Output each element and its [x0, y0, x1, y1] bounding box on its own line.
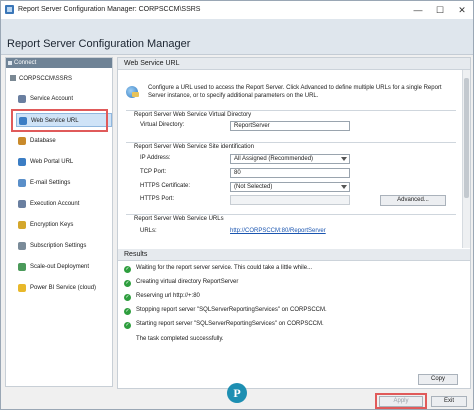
success-check-icon: ✓ [124, 266, 131, 273]
sidebar-item-email-settings[interactable]: E-mail Settings [16, 176, 112, 190]
connect-icon [8, 61, 12, 65]
sidebar: Connect CORPSCCM\SSRS Service Account We… [5, 57, 113, 387]
execution-account-icon [18, 200, 26, 208]
connect-header[interactable]: Connect [6, 58, 112, 68]
sidebar-item-label: Encryption Keys [30, 222, 74, 228]
site-group-title: Report Server Web Service Site identific… [134, 144, 254, 150]
success-check-icon: ✓ [124, 308, 131, 315]
https-certificate-label: HTTPS Certificate: [140, 183, 191, 189]
maximize-button[interactable]: ☐ [429, 1, 451, 19]
email-icon [18, 179, 26, 187]
app-header: Report Server Configuration Manager [1, 19, 473, 55]
vdir-group [126, 110, 456, 111]
database-icon [18, 137, 26, 145]
ip-address-value: All Assigned (Recommended) [234, 156, 314, 162]
success-check-icon: ✓ [124, 280, 131, 287]
vdir-group-title: Report Server Web Service Virtual Direct… [134, 112, 252, 118]
apply-highlight-annotation [375, 393, 427, 409]
sidebar-item-web-portal-url[interactable]: Web Portal URL [16, 155, 112, 169]
urls-label: URLs: [140, 228, 157, 234]
ip-address-label: IP Address: [140, 155, 171, 161]
service-account-icon [18, 95, 26, 103]
watermark-logo: P [227, 383, 247, 403]
sidebar-item-label: Service Account [30, 96, 74, 102]
exit-button[interactable]: Exit [431, 396, 467, 407]
chevron-down-icon [341, 185, 347, 189]
site-group [126, 142, 456, 143]
sidebar-item-label: Power BI Service (cloud) [30, 285, 97, 291]
result-text: Stopping report server "SQLServerReporti… [136, 307, 327, 313]
https-certificate-select[interactable]: (Not Selected) [230, 182, 350, 192]
virtual-directory-input[interactable]: ReportServer [230, 121, 350, 131]
results-header: Results [118, 249, 470, 261]
advanced-button[interactable]: Advanced... [380, 195, 446, 206]
app-icon [5, 5, 14, 14]
result-final-message: The task completed successfully. [136, 336, 224, 342]
subscription-settings-icon [18, 242, 26, 250]
sidebar-item-label: Database [30, 138, 56, 144]
power-bi-icon [18, 284, 26, 292]
sidebar-item-label: E-mail Settings [30, 180, 71, 186]
sidebar-item-label: Scale-out Deployment [30, 264, 90, 270]
window-title: Report Server Configuration Manager: COR… [18, 6, 201, 13]
sidebar-item-label: Execution Account [30, 201, 80, 207]
report-server-url-link[interactable]: http://CORPSCCM:80/ReportServer [230, 228, 326, 234]
sidebar-item-execution-account[interactable]: Execution Account [16, 197, 112, 211]
scale-out-icon [18, 263, 26, 271]
scrollbar-thumb[interactable] [464, 78, 469, 198]
result-text: Waiting for the report server service. T… [136, 265, 313, 271]
sidebar-item-label: Subscription Settings [30, 243, 87, 249]
https-port-label: HTTPS Port: [140, 196, 175, 202]
tcp-port-label: TCP Port: [140, 169, 167, 175]
sidebar-item-subscription-settings[interactable]: Subscription Settings [16, 239, 112, 253]
server-icon [10, 75, 16, 81]
result-text: Starting report server "SQLServerReporti… [136, 321, 324, 327]
app-header-title: Report Server Configuration Manager [7, 38, 191, 50]
result-text: Creating virtual directory ReportServer [136, 279, 239, 285]
urls-group-title: Report Server Web Service URLs [134, 216, 224, 222]
urls-group [126, 214, 456, 215]
virtual-directory-label: Virtual Directory: [140, 122, 185, 128]
sidebar-item-power-bi-service[interactable]: Power BI Service (cloud) [16, 281, 112, 295]
result-row: ✓ Starting report server "SQLServerReport… [124, 320, 324, 329]
result-row: ✓ Reserving url http://+:80 [124, 292, 200, 301]
vertical-scrollbar[interactable] [462, 70, 470, 248]
title-bar: Report Server Configuration Manager: COR… [1, 1, 473, 19]
connect-label: Connect [14, 60, 37, 66]
web-portal-url-icon [18, 158, 26, 166]
https-certificate-value: (Not Selected) [234, 184, 273, 190]
section-description: Configure a URL used to access the Repor… [148, 85, 442, 99]
encryption-keys-icon [18, 221, 26, 229]
server-name-row: CORPSCCM\SSRS [10, 75, 72, 82]
copy-button[interactable]: Copy [418, 374, 458, 385]
sidebar-item-encryption-keys[interactable]: Encryption Keys [16, 218, 112, 232]
app-window: Report Server Configuration Manager: COR… [0, 0, 474, 410]
result-row: ✓ Stopping report server "SQLServerReport… [124, 306, 327, 315]
success-check-icon: ✓ [124, 322, 131, 329]
section-header: Web Service URL [118, 58, 470, 70]
tcp-port-input[interactable]: 80 [230, 168, 350, 178]
sidebar-item-label: Web Portal URL [30, 159, 74, 165]
main-panel: Web Service URL Configure a URL used to … [117, 57, 471, 389]
result-row: ✓ Waiting for the report server service. … [124, 264, 312, 273]
result-row: ✓ Creating virtual directory ReportServer [124, 278, 238, 287]
chevron-down-icon [341, 157, 347, 161]
sidebar-item-scale-out-deployment[interactable]: Scale-out Deployment [16, 260, 112, 274]
ip-address-select[interactable]: All Assigned (Recommended) [230, 154, 350, 164]
minimize-button[interactable]: — [407, 1, 429, 19]
close-button[interactable]: ✕ [451, 1, 473, 19]
sidebar-item-database[interactable]: Database [16, 134, 112, 148]
highlight-annotation [11, 109, 108, 132]
sidebar-item-service-account[interactable]: Service Account [16, 92, 112, 106]
server-name: CORPSCCM\SSRS [19, 76, 73, 82]
https-port-input[interactable] [230, 195, 350, 205]
globe-icon [126, 86, 139, 98]
success-check-icon: ✓ [124, 294, 131, 301]
result-text: Reserving url http://+:80 [136, 293, 200, 299]
